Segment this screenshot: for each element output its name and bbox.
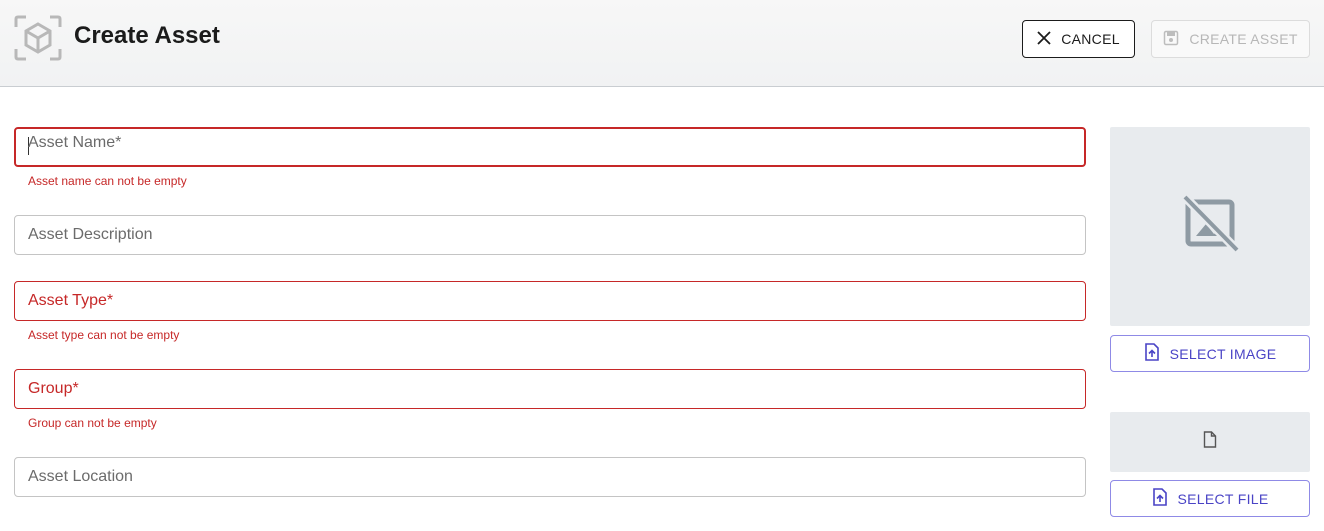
asset-name-error: Asset name can not be empty: [28, 174, 187, 188]
create-asset-button-label: CREATE ASSET: [1189, 31, 1298, 47]
asset-type-error: Asset type can not be empty: [28, 328, 180, 342]
image-not-supported-icon: [1180, 193, 1241, 259]
select-image-button[interactable]: SELECT IMAGE: [1110, 335, 1310, 372]
select-file-button[interactable]: SELECT FILE: [1110, 480, 1310, 517]
group-label: Group*: [28, 380, 79, 397]
asset-cube-icon: [14, 15, 62, 61]
asset-location-field[interactable]: Asset Location: [14, 457, 1086, 497]
file-preview: [1110, 412, 1310, 472]
save-icon: [1163, 30, 1179, 49]
group-error: Group can not be empty: [28, 416, 157, 430]
asset-type-label: Asset Type*: [28, 292, 114, 309]
create-asset-button[interactable]: CREATE ASSET: [1151, 20, 1310, 58]
asset-description-label: Asset Description: [28, 226, 153, 243]
image-preview: [1110, 127, 1310, 326]
upload-file-icon: [1144, 343, 1160, 364]
asset-name-label: Asset Name*: [28, 134, 122, 151]
cancel-button-label: CANCEL: [1061, 31, 1120, 47]
asset-location-label: Asset Location: [28, 468, 133, 485]
app-header: Create Asset CANCEL CREATE ASSET: [0, 0, 1324, 87]
cancel-button[interactable]: CANCEL: [1022, 20, 1135, 58]
asset-name-field[interactable]: Asset Name*: [14, 127, 1086, 167]
file-icon: [1203, 431, 1217, 453]
select-image-label: SELECT IMAGE: [1169, 345, 1277, 362]
group-field[interactable]: Group*: [14, 369, 1086, 409]
page-title: Create Asset: [74, 22, 220, 49]
upload-file-icon: [1152, 488, 1168, 509]
select-file-label: SELECT FILE: [1177, 490, 1269, 507]
close-icon: [1037, 30, 1051, 48]
asset-type-field[interactable]: Asset Type*: [14, 281, 1086, 321]
asset-description-field[interactable]: Asset Description: [14, 215, 1086, 255]
